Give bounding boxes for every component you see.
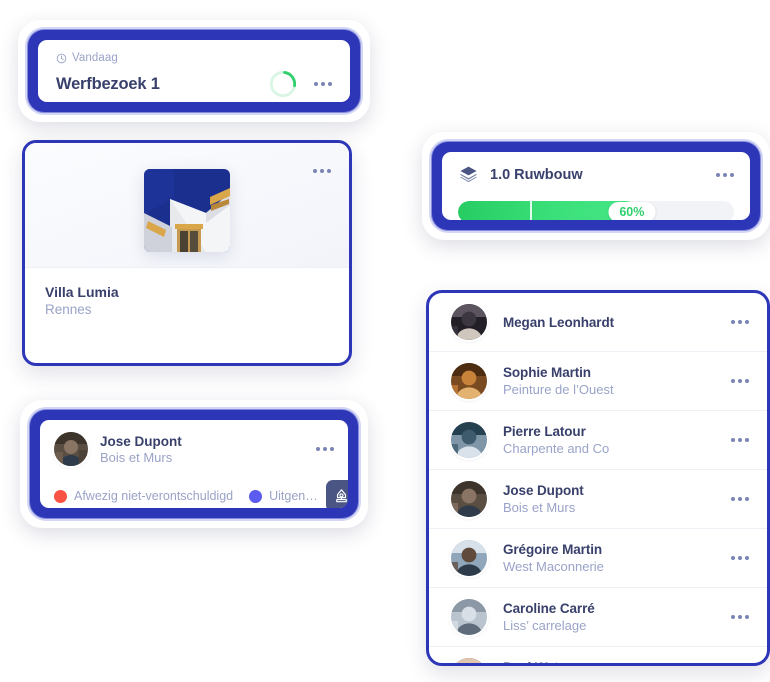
avatar-graphic xyxy=(451,540,487,576)
visit-card-ring: Vandaag Werfbezoek 1 xyxy=(28,30,360,112)
visit-title-row: Werfbezoek 1 xyxy=(56,69,332,99)
gregoire-martin-avatar xyxy=(451,540,487,576)
contact-row[interactable]: Paul WatersWaters company xyxy=(429,647,767,663)
contacts-card: Megan Leonhardt Sophie Martin Peinture de … xyxy=(426,290,770,666)
sophie-martin-avatar xyxy=(451,363,487,399)
contact-company: Bois et Murs xyxy=(503,500,576,515)
villa-more-options-icon[interactable] xyxy=(313,169,331,173)
contact-name: Caroline Carré xyxy=(503,601,595,616)
contact-row[interactable]: Caroline Carré Liss’ carrelage xyxy=(429,588,767,647)
visit-title: Werfbezoek 1 xyxy=(56,74,160,93)
contact-text: Caroline Carré Liss’ carrelage xyxy=(503,601,595,633)
phase-progress-badge: 60% xyxy=(608,202,656,220)
phase-more-options-icon[interactable] xyxy=(716,172,734,177)
villa-name: Villa Lumia xyxy=(45,284,119,300)
pen-nib-button[interactable] xyxy=(325,480,348,508)
villa-city: Rennes xyxy=(45,302,92,317)
phase-progress-bar[interactable]: 60% xyxy=(458,201,734,220)
jose-card-inner: Jose Dupont Bois et Murs Afwezig niet-ve… xyxy=(40,420,348,508)
phase-progress-tick xyxy=(529,201,532,220)
contact-text: Jose Dupont Bois et Murs xyxy=(503,483,584,515)
jose-person-row: Jose Dupont Bois et Murs xyxy=(54,432,334,466)
avatar-graphic xyxy=(451,422,487,458)
screen-root: Vandaag Werfbezoek 1 Villa Lumia Rennes … xyxy=(0,0,770,682)
contact-row[interactable]: Sophie Martin Peinture de l’Ouest xyxy=(429,352,767,411)
contact-row[interactable]: Jose Dupont Bois et Murs xyxy=(429,470,767,529)
clock-icon xyxy=(56,53,67,63)
contact-text: Grégoire Martin West Maconnerie xyxy=(503,542,604,574)
contact-company: West Maconnerie xyxy=(503,559,604,574)
status-dot-absent xyxy=(54,489,67,503)
contact-more-options-icon[interactable] xyxy=(731,379,749,383)
phase-title: 1.0 Ruwbouw xyxy=(490,166,583,183)
phase-card[interactable]: 1.0 Ruwbouw 60% xyxy=(422,132,770,240)
villa-card[interactable]: Villa Lumia Rennes xyxy=(22,140,352,366)
pierre-latour-avatar xyxy=(451,422,487,458)
visit-actions xyxy=(268,69,332,99)
contact-row[interactable]: Pierre Latour Charpente and Co xyxy=(429,411,767,470)
contact-text: Sophie Martin Peinture de l’Ouest xyxy=(503,365,614,397)
pen-nib-icon xyxy=(336,488,348,502)
jose-dupont-avatar xyxy=(451,481,487,517)
jose-card[interactable]: Jose Dupont Bois et Murs Afwezig niet-ve… xyxy=(20,400,368,528)
contact-name: Pierre Latour xyxy=(503,424,586,439)
jose-name: Jose Dupont xyxy=(100,433,182,449)
contact-name: Paul Waters xyxy=(503,660,600,663)
jose-more-options-icon[interactable] xyxy=(316,447,334,451)
jose-person-text: Jose Dupont Bois et Murs xyxy=(100,434,182,465)
layers-icon xyxy=(460,166,477,183)
status-label-absent: Afwezig niet-verontschuldigd xyxy=(74,489,234,503)
contact-text: Megan Leonhardt xyxy=(503,315,614,330)
contacts-list: Megan Leonhardt Sophie Martin Peinture de … xyxy=(429,293,767,663)
status-dot-invited xyxy=(249,489,263,503)
contact-name: Sophie Martin xyxy=(503,365,591,380)
contact-more-options-icon[interactable] xyxy=(731,438,749,442)
contact-more-options-icon[interactable] xyxy=(731,556,749,560)
contact-more-options-icon[interactable] xyxy=(731,497,749,501)
visit-card[interactable]: Vandaag Werfbezoek 1 xyxy=(18,20,370,122)
contact-text: Pierre Latour Charpente and Co xyxy=(503,424,609,456)
villa-body: Villa Lumia Rennes xyxy=(25,268,349,333)
contact-company: Liss’ carrelage xyxy=(503,618,587,633)
contact-name: Jose Dupont xyxy=(503,483,584,498)
caroline-carre-avatar xyxy=(451,599,487,635)
avatar-graphic xyxy=(451,304,487,340)
paul-waters-avatar xyxy=(451,658,487,663)
jose-company: Bois et Murs xyxy=(100,449,173,465)
contact-row[interactable]: Grégoire Martin West Maconnerie xyxy=(429,529,767,588)
contact-row[interactable]: Megan Leonhardt xyxy=(429,293,767,352)
contact-name: Megan Leonhardt xyxy=(503,314,615,330)
jose-status-row: Afwezig niet-verontschuldigd Uitgen… xyxy=(54,480,348,508)
avatar-graphic xyxy=(451,599,487,635)
villa-photo xyxy=(144,169,230,252)
visit-meta-label: Vandaag xyxy=(72,52,118,64)
visit-more-options-icon[interactable] xyxy=(314,82,332,86)
circular-progress-indicator xyxy=(269,70,297,98)
avatar-graphic xyxy=(54,432,88,466)
contact-more-options-icon[interactable] xyxy=(731,320,749,324)
contact-company: Peinture de l’Ouest xyxy=(503,382,614,397)
avatar-graphic xyxy=(451,658,487,663)
jose-dupont-avatar xyxy=(54,432,88,466)
visit-card-inner: Vandaag Werfbezoek 1 xyxy=(38,40,350,102)
avatar-graphic xyxy=(451,481,487,517)
phase-header: 1.0 Ruwbouw xyxy=(458,164,734,185)
visit-meta: Vandaag xyxy=(56,52,332,64)
avatar-graphic xyxy=(451,363,487,399)
phase-card-inner: 1.0 Ruwbouw 60% xyxy=(442,152,750,220)
contact-name: Grégoire Martin xyxy=(503,542,603,557)
contact-text: Paul WatersWaters company xyxy=(503,660,600,663)
status-chip-absent[interactable]: Afwezig niet-verontschuldigd xyxy=(54,489,233,503)
jose-card-ring: Jose Dupont Bois et Murs Afwezig niet-ve… xyxy=(30,410,358,518)
contact-company: Charpente and Co xyxy=(503,441,610,456)
villa-media xyxy=(25,143,349,268)
status-label-invited: Uitgen… xyxy=(269,489,318,503)
status-chip-invited[interactable]: Uitgen… xyxy=(249,489,318,503)
phase-card-ring: 1.0 Ruwbouw 60% xyxy=(432,142,760,230)
contact-more-options-icon[interactable] xyxy=(731,615,749,619)
megan-leonhardt-avatar xyxy=(451,304,487,340)
villa-photo-graphic xyxy=(144,169,230,252)
